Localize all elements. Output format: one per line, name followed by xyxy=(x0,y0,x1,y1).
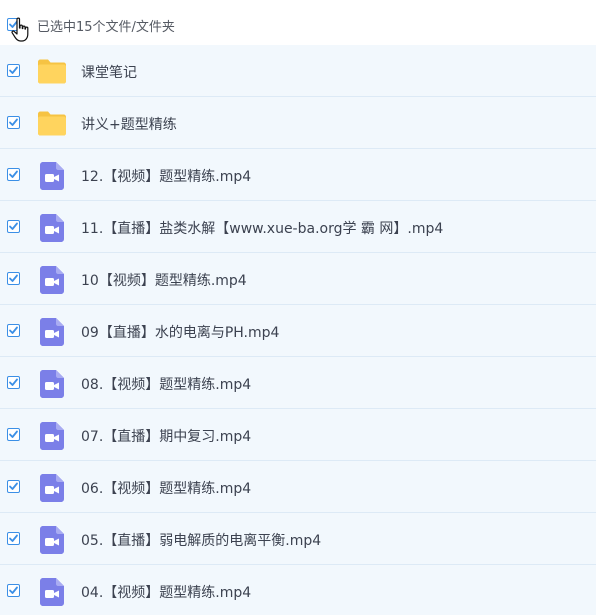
hand-pointer-cursor-icon xyxy=(11,17,29,42)
row-checkbox[interactable] xyxy=(7,584,20,597)
file-name[interactable]: 10【视频】题型精练.mp4 xyxy=(81,270,247,290)
file-browser: 已选中15个文件/文件夹 课堂笔记讲义+题型精练 12.【视频】题型精练.mp4 1… xyxy=(0,0,596,615)
checkmark-icon xyxy=(9,534,18,542)
file-row[interactable]: 10【视频】题型精练.mp4 xyxy=(0,253,596,305)
file-row[interactable]: 09【直播】水的电离与PH.mp4 xyxy=(0,305,596,357)
video-file-icon xyxy=(40,162,64,190)
file-name[interactable]: 课堂笔记 xyxy=(81,62,137,82)
checkmark-icon xyxy=(9,482,18,490)
checkmark-icon xyxy=(9,586,18,594)
row-checkbox[interactable] xyxy=(7,220,20,233)
file-name[interactable]: 讲义+题型精练 xyxy=(81,114,177,134)
file-name[interactable]: 07.【直播】期中复习.mp4 xyxy=(81,426,251,446)
file-row[interactable]: 04.【视频】题型精练.mp4 xyxy=(0,565,596,615)
video-file-icon xyxy=(40,474,64,502)
row-checkbox[interactable] xyxy=(7,428,20,441)
row-checkbox[interactable] xyxy=(7,532,20,545)
video-file-icon xyxy=(40,214,64,242)
file-row[interactable]: 08.【视频】题型精练.mp4 xyxy=(0,357,596,409)
checkmark-icon xyxy=(9,274,18,282)
checkmark-icon xyxy=(9,326,18,334)
file-row[interactable]: 11.【直播】盐类水解【www.xue-ba.org学 霸 网】.mp4 xyxy=(0,201,596,253)
video-file-icon xyxy=(40,318,64,346)
folder-icon xyxy=(37,58,67,84)
file-name[interactable]: 05.【直播】弱电解质的电离平衡.mp4 xyxy=(81,530,321,550)
folder-icon xyxy=(37,110,67,136)
row-checkbox[interactable] xyxy=(7,480,20,493)
folder-row[interactable]: 讲义+题型精练 xyxy=(0,97,596,149)
checkmark-icon xyxy=(9,170,18,178)
row-checkbox[interactable] xyxy=(7,64,20,77)
checkmark-icon xyxy=(9,430,18,438)
video-file-icon xyxy=(40,370,64,398)
checkmark-icon xyxy=(9,66,18,74)
checkmark-icon xyxy=(9,378,18,386)
checkmark-icon xyxy=(9,222,18,230)
checkmark-icon xyxy=(9,118,18,126)
file-name[interactable]: 11.【直播】盐类水解【www.xue-ba.org学 霸 网】.mp4 xyxy=(81,218,443,238)
row-checkbox[interactable] xyxy=(7,376,20,389)
file-name[interactable]: 08.【视频】题型精练.mp4 xyxy=(81,374,251,394)
row-checkbox[interactable] xyxy=(7,168,20,181)
video-file-icon xyxy=(40,526,64,554)
file-name[interactable]: 04.【视频】题型精练.mp4 xyxy=(81,582,251,602)
file-list: 课堂笔记讲义+题型精练 12.【视频】题型精练.mp4 11.【直播】盐类水解【ww… xyxy=(0,45,596,615)
row-checkbox[interactable] xyxy=(7,116,20,129)
video-file-icon xyxy=(40,578,64,606)
video-file-icon xyxy=(40,422,64,450)
file-row[interactable]: 05.【直播】弱电解质的电离平衡.mp4 xyxy=(0,513,596,565)
file-name[interactable]: 06.【视频】题型精练.mp4 xyxy=(81,478,251,498)
file-name[interactable]: 12.【视频】题型精练.mp4 xyxy=(81,166,251,186)
file-row[interactable]: 06.【视频】题型精练.mp4 xyxy=(0,461,596,513)
file-row[interactable]: 12.【视频】题型精练.mp4 xyxy=(0,149,596,201)
row-checkbox[interactable] xyxy=(7,272,20,285)
folder-row[interactable]: 课堂笔记 xyxy=(0,45,596,97)
selection-summary: 已选中15个文件/文件夹 xyxy=(37,20,175,35)
file-row[interactable]: 07.【直播】期中复习.mp4 xyxy=(0,409,596,461)
file-name[interactable]: 09【直播】水的电离与PH.mp4 xyxy=(81,322,279,342)
selection-header: 已选中15个文件/文件夹 xyxy=(0,0,596,45)
row-checkbox[interactable] xyxy=(7,324,20,337)
video-file-icon xyxy=(40,266,64,294)
